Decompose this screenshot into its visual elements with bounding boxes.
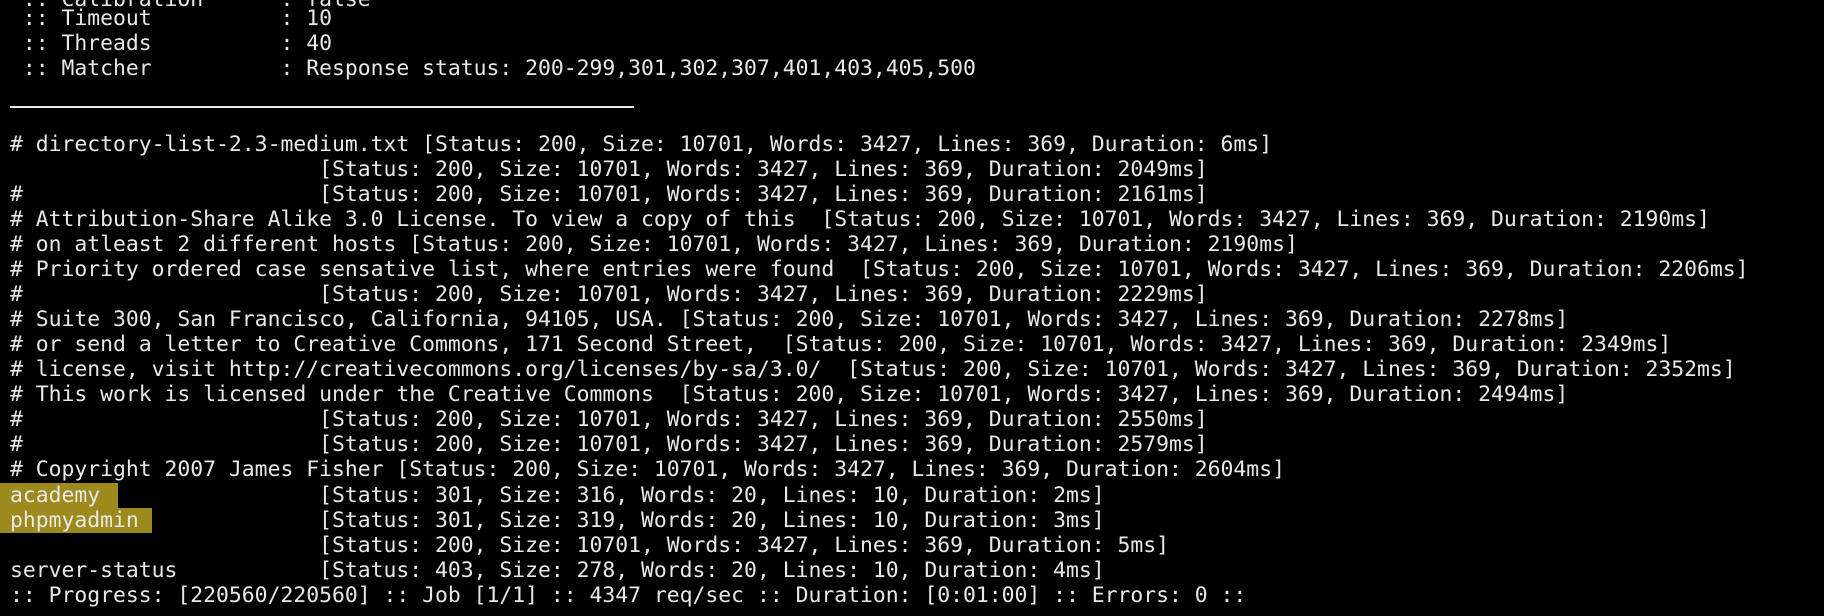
result-line: # Attribution-Share Alike 3.0 License. T… (10, 207, 1710, 232)
result-line: # or send a letter to Creative Commons, … (10, 332, 1672, 357)
result-line-server-status: server-status [Status: 403, Size: 278, W… (10, 558, 1105, 583)
result-line: # license, visit http://creativecommons.… (10, 357, 1736, 382)
result-line: # [Status: 200, Size: 10701, Words: 3427… (10, 282, 1208, 307)
result-line: # This work is licensed under the Creati… (10, 382, 1569, 407)
result-line: # on atleast 2 different hosts [Status: … (10, 232, 1298, 257)
result-line: # directory-list-2.3-medium.txt [Status:… (10, 132, 1273, 157)
terminal-window[interactable]: :: Calibration : false :: Timeout : 10 :… (0, 0, 1824, 616)
result-line: # [Status: 200, Size: 10701, Words: 3427… (10, 432, 1208, 457)
separator-line (10, 106, 634, 108)
config-line-threads: :: Threads : 40 (10, 31, 332, 56)
config-line-matcher: :: Matcher : Response status: 200-299,30… (10, 56, 976, 81)
result-line: # [Status: 200, Size: 10701, Words: 3427… (10, 407, 1208, 432)
result-line: # Copyright 2007 James Fisher [Status: 2… (10, 457, 1285, 482)
config-line-timeout: :: Timeout : 10 (10, 6, 332, 31)
result-line: [Status: 200, Size: 10701, Words: 3427, … (10, 533, 1170, 558)
result-line: [Status: 200, Size: 10701, Words: 3427, … (10, 157, 1208, 182)
result-line-phpmyadmin: phpmyadmin [Status: 301, Size: 319, Word… (10, 508, 1105, 533)
result-line: # Suite 300, San Francisco, California, … (10, 307, 1569, 332)
result-line: # Priority ordered case sensative list, … (10, 257, 1749, 282)
result-line-academy: academy [Status: 301, Size: 316, Words: … (10, 483, 1105, 508)
result-line: # [Status: 200, Size: 10701, Words: 3427… (10, 182, 1208, 207)
progress-line: :: Progress: [220560/220560] :: Job [1/1… (10, 583, 1247, 608)
